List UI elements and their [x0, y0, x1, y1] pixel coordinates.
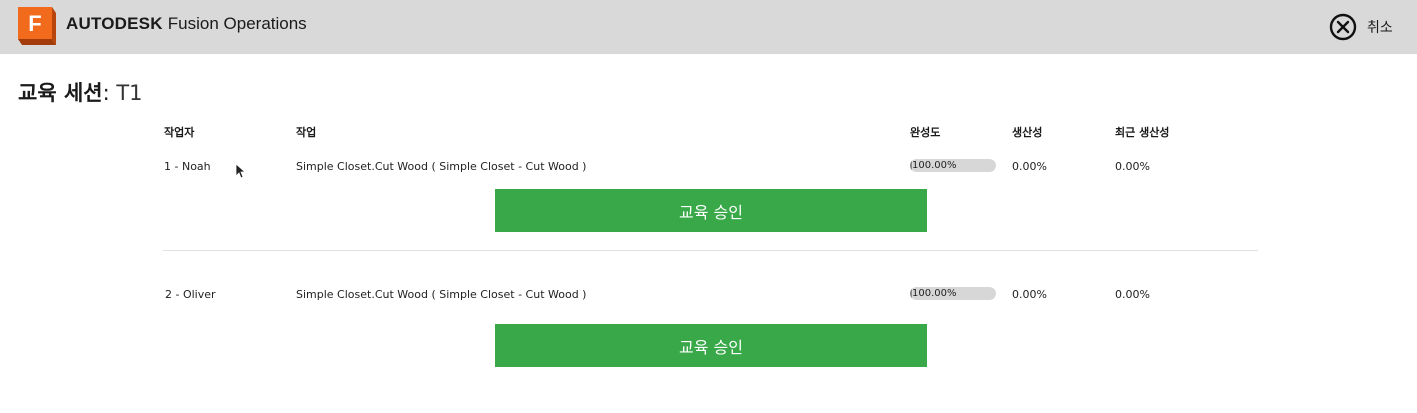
column-header-productivity: 생산성: [1012, 126, 1043, 139]
top-bar: F AUTODESK Fusion Operations 취소: [0, 0, 1417, 54]
completion-progress-bar: 100.00%: [910, 159, 996, 172]
row-divider: [163, 250, 1258, 251]
mouse-cursor-icon: [235, 163, 247, 179]
recent-productivity-cell: 0.00%: [1115, 160, 1150, 173]
completion-value: 100.00%: [912, 288, 957, 299]
column-header-task: 작업: [296, 126, 317, 139]
worker-cell: 1 - Noah: [164, 160, 211, 173]
close-circle-icon: [1329, 13, 1357, 41]
recent-productivity-cell: 0.00%: [1115, 288, 1150, 301]
worker-cell: 2 - Oliver: [165, 288, 216, 301]
completion-progress-bar: 100.00%: [910, 287, 996, 300]
column-header-recent-productivity: 최근 생산성: [1115, 126, 1170, 139]
approve-training-button[interactable]: 교육 승인: [495, 189, 927, 232]
brand-company: AUTODESK: [66, 14, 163, 33]
column-header-worker: 작업자: [164, 126, 195, 139]
session-title-separator: :: [102, 81, 117, 105]
page-title: 교육 세션: T1: [18, 77, 143, 107]
cancel-label: 취소: [1367, 20, 1393, 36]
productivity-cell: 0.00%: [1012, 288, 1047, 301]
fusion-logo-icon: F: [18, 7, 56, 45]
task-cell: Simple Closet.Cut Wood ( Simple Closet -…: [296, 160, 587, 173]
logo-letter: F: [28, 11, 41, 36]
productivity-cell: 0.00%: [1012, 160, 1047, 173]
cancel-button[interactable]: 취소: [1329, 13, 1393, 41]
approve-training-button[interactable]: 교육 승인: [495, 324, 927, 367]
task-cell: Simple Closet.Cut Wood ( Simple Closet -…: [296, 288, 587, 301]
completion-value: 100.00%: [912, 160, 957, 171]
session-title-value: T1: [116, 81, 143, 105]
column-header-completion: 완성도: [910, 126, 941, 139]
app-brand: AUTODESK Fusion Operations: [66, 13, 307, 35]
session-title-label: 교육 세션: [18, 81, 103, 105]
brand-product: Fusion Operations: [167, 14, 307, 33]
